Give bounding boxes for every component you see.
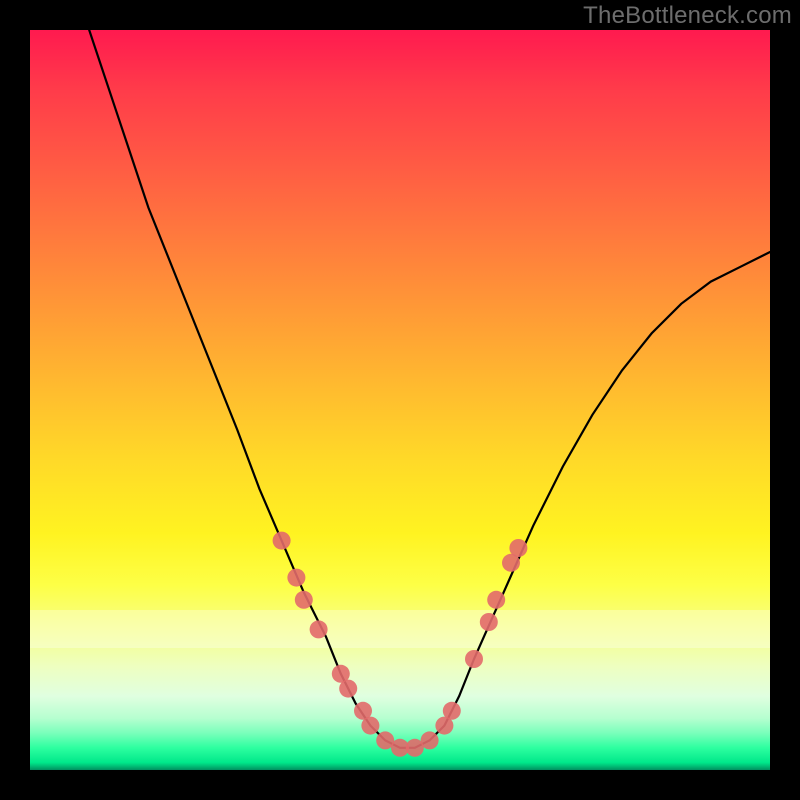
- plot-area: [30, 30, 770, 770]
- watermark-label: TheBottleneck.com: [583, 2, 792, 30]
- outer-frame: TheBottleneck.com: [0, 0, 800, 800]
- background-gradient: [30, 30, 770, 770]
